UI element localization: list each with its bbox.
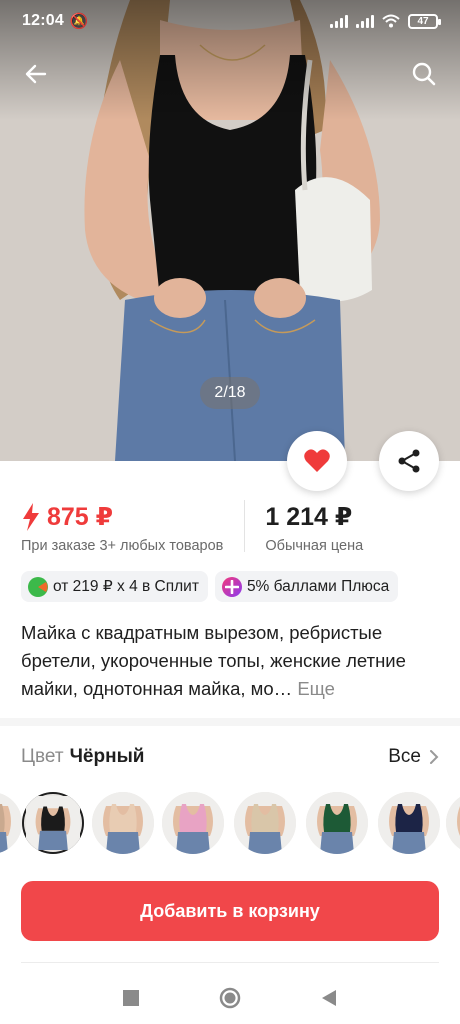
swatch-thumbnail	[162, 792, 224, 854]
back-nav-button[interactable]	[321, 989, 337, 1007]
section-separator	[0, 718, 460, 726]
recent-apps-button[interactable]	[123, 990, 139, 1006]
system-navigation-bar	[0, 972, 460, 1024]
color-swatch[interactable]	[0, 792, 22, 854]
status-bar: 12:04 🔕 47	[0, 0, 460, 42]
regular-price-column: 1 214 ₽ Обычная цена	[265, 500, 363, 560]
split-price-column: 875 ₽ При заказе 3+ любых товаров	[21, 500, 223, 560]
swatch-thumbnail	[306, 792, 368, 854]
split-price: 875 ₽	[47, 503, 114, 531]
heart-icon	[304, 449, 330, 472]
plus-points-label: 5% баллами Плюса	[246, 577, 390, 595]
color-swatch[interactable]	[234, 792, 296, 854]
color-swatch[interactable]	[378, 792, 440, 854]
search-icon	[412, 62, 436, 86]
split-price-note: При заказе 3+ любых товаров	[21, 538, 224, 554]
chevron-right-icon	[430, 750, 439, 764]
split-chip-label: от 219 ₽ х 4 в Сплит	[53, 578, 199, 595]
read-more-link[interactable]: Еще	[297, 678, 335, 699]
color-swatch[interactable]	[306, 792, 368, 854]
swatch-thumbnail	[92, 792, 154, 854]
color-selector-header: Цвет Чёрный Все	[21, 742, 439, 772]
search-button[interactable]	[406, 56, 442, 92]
plus-points-icon	[221, 576, 242, 597]
battery-icon: 47	[408, 13, 441, 29]
square-icon	[123, 990, 139, 1006]
wifi-icon	[382, 14, 400, 28]
divider	[21, 962, 439, 963]
swatch-thumbnail	[0, 792, 22, 854]
price-block: 875 ₽ При заказе 3+ любых товаров 1 214 …	[21, 500, 441, 560]
product-title[interactable]: Майка с квадратным вырезом, ребристые бр…	[21, 619, 441, 703]
color-swatch[interactable]	[92, 792, 154, 854]
swatch-thumbnail	[26, 796, 80, 850]
plus-points-chip[interactable]: 5% баллами Плюса	[214, 571, 399, 602]
split-chip[interactable]: от 219 ₽ х 4 в Сплит	[21, 571, 208, 602]
color-swatch[interactable]	[22, 792, 84, 854]
battery-level: 47	[417, 15, 429, 27]
status-time: 12:04	[22, 12, 64, 29]
mute-icon: 🔕	[69, 13, 89, 30]
swatch-thumbnail	[234, 792, 296, 854]
promo-chips: от 219 ₽ х 4 в Сплит 5% баллами Плюса	[21, 571, 399, 602]
swatch-thumbnail	[446, 792, 460, 854]
back-button[interactable]	[18, 56, 54, 92]
arrow-left-icon	[25, 64, 47, 84]
lightning-icon	[23, 503, 39, 531]
product-title-text: Майка с квадратным вырезом, ребристые бр…	[21, 622, 406, 699]
color-swatch[interactable]	[162, 792, 224, 854]
triangle-back-icon	[322, 990, 336, 1006]
all-colors-button[interactable]: Все	[388, 746, 439, 768]
favorite-button[interactable]	[287, 431, 347, 491]
color-swatch[interactable]	[446, 792, 460, 854]
regular-price: 1 214 ₽	[265, 503, 353, 531]
regular-price-note: Обычная цена	[265, 538, 364, 554]
color-value: Чёрный	[69, 746, 145, 767]
color-label: Цвет	[21, 746, 64, 767]
gallery-counter: 2/18	[200, 377, 260, 409]
circle-icon	[219, 987, 241, 1009]
signal-icon	[330, 14, 348, 28]
all-colors-label: Все	[388, 746, 421, 767]
signal-icon-2	[356, 14, 374, 28]
add-to-cart-label: Добавить в корзину	[140, 900, 320, 921]
swatch-thumbnail	[378, 792, 440, 854]
split-pacman-icon	[28, 576, 48, 597]
add-to-cart-button[interactable]: Добавить в корзину	[21, 881, 439, 941]
home-button[interactable]	[219, 987, 241, 1009]
price-divider	[244, 500, 246, 552]
share-button[interactable]	[379, 431, 439, 491]
color-swatches	[0, 790, 460, 856]
share-icon	[398, 449, 420, 473]
